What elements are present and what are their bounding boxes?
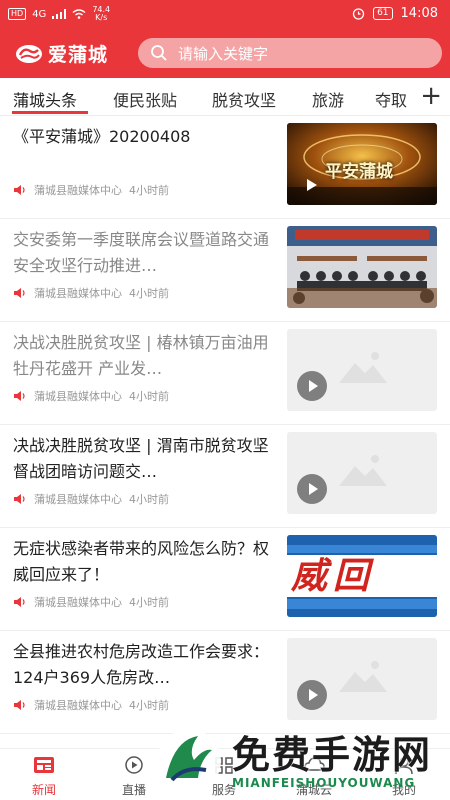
- meeting-photo: [287, 226, 437, 308]
- news-title: 无症状感染者带来的风险怎么防？权威回应来了！: [13, 539, 270, 584]
- speaker-icon[interactable]: [13, 390, 27, 402]
- news-meta: 蒲城县融媒体中心 4小时前: [13, 697, 169, 713]
- image-placeholder-icon: [339, 352, 387, 383]
- news-title: 交安委第一季度联席会议暨道路交通安全攻坚行动推进…: [13, 230, 270, 275]
- signal-label: 4G: [32, 8, 47, 20]
- news-title: 决战决胜脱贫攻坚 | 椿林镇万亩油用牡丹花盛开 产业发…: [13, 333, 269, 378]
- tab-poverty[interactable]: 脱贫攻坚: [212, 87, 276, 111]
- news-icon: [34, 757, 54, 773]
- news-source: 蒲城县融媒体中心: [34, 493, 122, 506]
- net-speed-unit: K/s: [95, 13, 108, 22]
- tab-travel[interactable]: 旅游: [312, 87, 344, 111]
- clock: 14:08: [400, 6, 438, 21]
- tab-headlines[interactable]: 蒲城头条: [13, 87, 77, 111]
- watermark: 免费手游网 MIANFEISHOUYOUWANG: [150, 722, 450, 800]
- hd-badge: HD: [8, 8, 27, 20]
- wifi-icon: [72, 9, 86, 19]
- active-tab-indicator: [12, 111, 88, 114]
- news-item[interactable]: 无症状感染者带来的风险怎么防？权威回应来了！ 蒲城县融媒体中心 4小时前 威回: [0, 528, 450, 631]
- image-placeholder-icon: [339, 661, 387, 692]
- news-item[interactable]: 决战决胜脱贫攻坚 | 渭南市脱贫攻坚督战团暗访问题交… 蒲城县融媒体中心 4小时…: [0, 425, 450, 528]
- news-meta: 蒲城县融媒体中心 4小时前: [13, 182, 169, 198]
- live-icon: [125, 756, 143, 774]
- play-icon[interactable]: [297, 680, 327, 710]
- news-meta: 蒲城县融媒体中心 4小时前: [13, 594, 169, 610]
- watermark-logo-icon: [157, 729, 221, 793]
- authority-thumb-text: 威回: [291, 556, 376, 597]
- net-speed: 74.4 K/s: [92, 6, 110, 22]
- app-logo[interactable]: 爱蒲城: [14, 40, 108, 67]
- news-item[interactable]: 交安委第一季度联席会议暨道路交通安全攻坚行动推进… 蒲城县融媒体中心 4小时前: [0, 219, 450, 322]
- status-bar: HD 4G 74.4 K/s 61 14:08: [0, 0, 450, 30]
- news-thumbnail[interactable]: 威回: [287, 535, 437, 617]
- alarm-icon: [352, 8, 365, 20]
- status-left: HD 4G 74.4 K/s: [8, 6, 110, 22]
- news-thumbnail[interactable]: [287, 432, 437, 514]
- watermark-url: MIANFEISHOUYOUWANG: [232, 776, 416, 790]
- image-placeholder-icon: [339, 455, 387, 486]
- speaker-icon[interactable]: [13, 699, 27, 711]
- news-thumbnail[interactable]: [287, 638, 437, 720]
- news-title: 《平安蒲城》20200408: [13, 127, 191, 146]
- nav-label: 新闻: [31, 783, 56, 797]
- tab-notices[interactable]: 便民张贴: [113, 87, 177, 111]
- app-header: HD 4G 74.4 K/s 61 14:08 爱蒲城 请输入关键字: [0, 0, 450, 78]
- tab-win[interactable]: 夺取: [375, 87, 407, 111]
- news-item[interactable]: 《平安蒲城》20200408 蒲城县融媒体中心 4小时前 平安蒲城: [0, 116, 450, 219]
- news-source: 蒲城县融媒体中心: [34, 287, 122, 300]
- news-source: 蒲城县融媒体中心: [34, 596, 122, 609]
- battery-level: 61: [373, 7, 393, 20]
- news-title: 决战决胜脱贫攻坚 | 渭南市脱贫攻坚督战团暗访问题交…: [13, 436, 269, 481]
- play-icon[interactable]: [297, 371, 327, 401]
- speaker-icon[interactable]: [13, 184, 27, 196]
- speaker-icon[interactable]: [13, 287, 27, 299]
- news-meta: 蒲城县融媒体中心 4小时前: [13, 388, 169, 404]
- news-thumbnail[interactable]: 平安蒲城: [287, 123, 437, 205]
- nav-news[interactable]: 新闻: [14, 755, 74, 798]
- news-source: 蒲城县融媒体中心: [34, 699, 122, 712]
- ping-an-thumb-text: 平安蒲城: [325, 162, 393, 182]
- play-icon[interactable]: [297, 474, 327, 504]
- news-source: 蒲城县融媒体中心: [34, 184, 122, 197]
- speaker-icon[interactable]: [13, 596, 27, 608]
- logo-mark-icon: [16, 44, 42, 63]
- news-time: 4小时前: [129, 493, 169, 506]
- news-thumbnail[interactable]: [287, 226, 437, 308]
- watermark-title: 免费手游网: [232, 733, 433, 777]
- search-placeholder: 请输入关键字: [178, 44, 269, 63]
- speaker-icon[interactable]: [13, 493, 27, 505]
- add-channel-icon[interactable]: +: [420, 82, 442, 110]
- news-time: 4小时前: [129, 184, 169, 197]
- news-source: 蒲城县融媒体中心: [34, 390, 122, 403]
- news-meta: 蒲城县融媒体中心 4小时前: [13, 285, 169, 301]
- news-time: 4小时前: [129, 287, 169, 300]
- app-name: 爱蒲城: [48, 44, 109, 66]
- news-time: 4小时前: [129, 596, 169, 609]
- news-item[interactable]: 全县推进农村危房改造工作会要求：124户369人危房改… 蒲城县融媒体中心 4小…: [0, 631, 450, 734]
- news-item[interactable]: 决战决胜脱贫攻坚 | 椿林镇万亩油用牡丹花盛开 产业发… 蒲城县融媒体中心 4小…: [0, 322, 450, 425]
- search-input[interactable]: 请输入关键字: [138, 38, 442, 68]
- signal-icon: [52, 9, 67, 19]
- news-time: 4小时前: [129, 699, 169, 712]
- search-icon: [151, 45, 167, 61]
- news-thumbnail[interactable]: [287, 329, 437, 411]
- news-title: 全县推进农村危房改造工作会要求：124户369人危房改…: [13, 642, 270, 687]
- news-time: 4小时前: [129, 390, 169, 403]
- news-meta: 蒲城县融媒体中心 4小时前: [13, 491, 169, 507]
- channel-tabs: 蒲城头条 便民张贴 脱贫攻坚 旅游 夺取 +: [0, 78, 450, 116]
- play-icon[interactable]: [307, 179, 317, 191]
- status-right: 61 14:08: [352, 6, 438, 21]
